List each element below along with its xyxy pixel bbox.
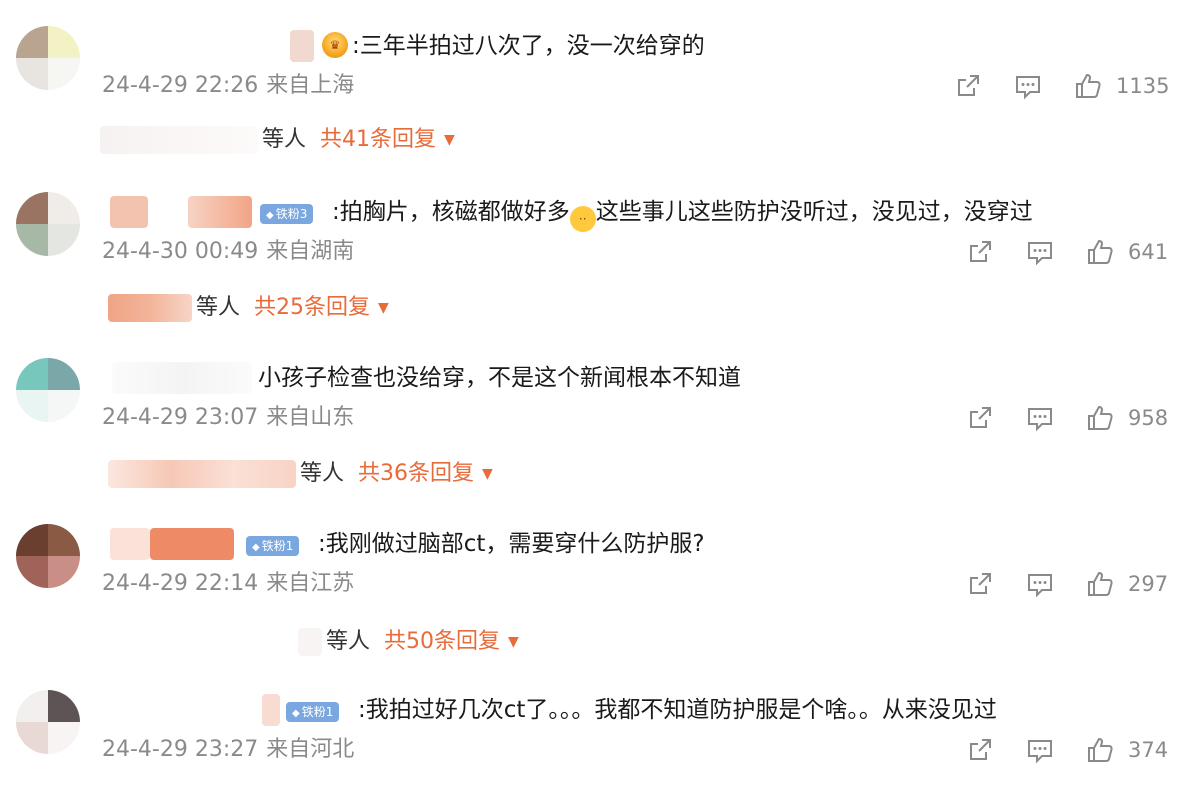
- comment-meta: 24-4-29 23:27 来自河北: [102, 736, 354, 764]
- reply-total-link[interactable]: 共36条回复: [358, 461, 474, 486]
- comment-icon[interactable]: [1012, 70, 1044, 102]
- reply-summary[interactable]: 等人 共50条回复 ▼: [298, 626, 519, 658]
- diamond-icon: ◆: [252, 542, 260, 553]
- comment-actions: 641: [964, 236, 1168, 268]
- comment-text-part: 这些事儿这些防护没听过，没见过，没穿过: [595, 199, 1033, 225]
- reply-total-link[interactable]: 共50条回复: [384, 629, 500, 654]
- comment-icon[interactable]: [1024, 402, 1056, 434]
- comment-item: 小孩子检查也没给穿，不是这个新闻根本不知道 24-4-29 23:07 来自山东 …: [0, 358, 1200, 526]
- emoji-icon: ··: [569, 206, 596, 232]
- comment-actions: 958: [964, 402, 1168, 434]
- like-icon[interactable]: [1084, 402, 1116, 434]
- comment-text: 小孩子检查也没给穿，不是这个新闻根本不知道: [258, 365, 741, 391]
- comment-item: ◆ 铁粉1 :我拍过好几次ct了。。。我都不知道防护服是个啥。。从来没见过 24-…: [0, 690, 1200, 788]
- share-icon[interactable]: [964, 568, 996, 600]
- comment-actions: 374: [964, 734, 1168, 766]
- comment-text: :三年半拍过八次了，没一次给穿的: [352, 33, 705, 59]
- comment-meta: 24-4-29 22:26 来自上海: [102, 72, 354, 100]
- reply-summary[interactable]: 等人 共36条回复 ▼: [108, 458, 493, 490]
- comment-text: :我拍过好几次ct了。。。我都不知道防护服是个啥。。从来没见过: [358, 697, 997, 723]
- share-icon[interactable]: [964, 236, 996, 268]
- share-icon[interactable]: [964, 402, 996, 434]
- comment-text-part: :拍胸片，核磁都做好多: [332, 199, 570, 225]
- reply-others-label: 等人: [326, 629, 371, 654]
- comment-date: 24-4-29 22:26: [102, 73, 259, 98]
- reply-summary[interactable]: 等人 共41条回复 ▼: [100, 124, 455, 156]
- fan-badge: ◆ 铁粉3: [260, 204, 314, 224]
- comment-icon[interactable]: [1024, 236, 1056, 268]
- comment-meta: 24-4-29 22:14 来自江苏: [102, 570, 354, 598]
- comment-actions: 1135: [952, 70, 1169, 102]
- username-redacted[interactable]: [110, 196, 148, 228]
- fan-badge-label: 铁粉3: [275, 207, 308, 221]
- comment-item: ♛ :三年半拍过八次了，没一次给穿的 24-4-29 22:26 来自上海 113…: [0, 26, 1200, 194]
- crown-icon: ♛: [322, 32, 348, 58]
- comment-item: ◆ 铁粉1 :我刚做过脑部ct，需要穿什么防护服? 24-4-29 22:14 来自…: [0, 524, 1200, 692]
- fan-badge-label: 铁粉1: [261, 539, 294, 553]
- comment-meta: 24-4-29 23:07 来自山东: [102, 404, 354, 432]
- avatar[interactable]: [16, 26, 80, 90]
- reply-others-label: 等人: [300, 461, 345, 486]
- comment-date: 24-4-30 00:49: [102, 239, 259, 264]
- replier-redacted: [108, 460, 296, 488]
- comment-meta: 24-4-30 00:49 来自湖南: [102, 238, 354, 266]
- like-icon[interactable]: [1084, 568, 1116, 600]
- username-redacted[interactable]: [262, 694, 280, 726]
- username-redacted[interactable]: [290, 30, 314, 62]
- like-icon[interactable]: [1072, 70, 1104, 102]
- like-count: 958: [1128, 406, 1169, 430]
- comment-icon[interactable]: [1024, 568, 1056, 600]
- username-redacted[interactable]: [112, 362, 252, 394]
- like-icon[interactable]: [1084, 734, 1116, 766]
- like-count: 374: [1128, 738, 1169, 762]
- replier-redacted: [108, 294, 192, 322]
- diamond-icon: ◆: [292, 708, 300, 719]
- reply-total-link[interactable]: 共25条回复: [254, 295, 370, 320]
- comment-location: 来自上海: [266, 73, 355, 98]
- like-count: 641: [1128, 240, 1169, 264]
- comment-location: 来自河北: [266, 737, 355, 762]
- reply-others-label: 等人: [196, 295, 241, 320]
- fan-badge: ◆ 铁粉1: [246, 536, 300, 556]
- comment-date: 24-4-29 23:27: [102, 737, 259, 762]
- comment-icon[interactable]: [1024, 734, 1056, 766]
- like-count: 297: [1128, 572, 1169, 596]
- diamond-icon: ◆: [266, 210, 274, 221]
- fan-badge-label: 铁粉1: [301, 705, 334, 719]
- comment-location: 来自江苏: [266, 571, 355, 596]
- comment-date: 24-4-29 22:14: [102, 571, 259, 596]
- avatar[interactable]: [16, 690, 80, 754]
- fan-badge: ◆ 铁粉1: [286, 702, 340, 722]
- comment-location: 来自湖南: [266, 239, 355, 264]
- username-redacted[interactable]: [188, 196, 252, 228]
- comment-item: ◆ 铁粉3 :拍胸片，核磁都做好多 ·· 这些事儿这些防护没听过，没见过，没穿过 24…: [0, 192, 1200, 360]
- caret-down-icon[interactable]: ▼: [508, 634, 519, 650]
- caret-down-icon[interactable]: ▼: [482, 466, 493, 482]
- username-redacted[interactable]: [150, 528, 234, 560]
- username-redacted[interactable]: [110, 528, 150, 560]
- like-icon[interactable]: [1084, 236, 1116, 268]
- avatar[interactable]: [16, 524, 80, 588]
- reply-summary[interactable]: 等人 共25条回复 ▼: [108, 292, 389, 324]
- comment-actions: 297: [964, 568, 1168, 600]
- share-icon[interactable]: [964, 734, 996, 766]
- replier-redacted: [298, 628, 322, 656]
- share-icon[interactable]: [952, 70, 984, 102]
- comment-location: 来自山东: [266, 405, 355, 430]
- reply-total-link[interactable]: 共41条回复: [320, 127, 436, 152]
- comment-text: :我刚做过脑部ct，需要穿什么防护服?: [318, 531, 705, 557]
- caret-down-icon[interactable]: ▼: [444, 132, 455, 148]
- comment-text: :拍胸片，核磁都做好多 ·· 这些事儿这些防护没听过，没见过，没穿过: [332, 196, 1033, 232]
- reply-others-label: 等人: [262, 127, 307, 152]
- avatar[interactable]: [16, 358, 80, 422]
- avatar[interactable]: [16, 192, 80, 256]
- replier-redacted: [100, 126, 258, 154]
- like-count: 1135: [1116, 74, 1170, 98]
- caret-down-icon[interactable]: ▼: [378, 300, 389, 316]
- comment-date: 24-4-29 23:07: [102, 405, 259, 430]
